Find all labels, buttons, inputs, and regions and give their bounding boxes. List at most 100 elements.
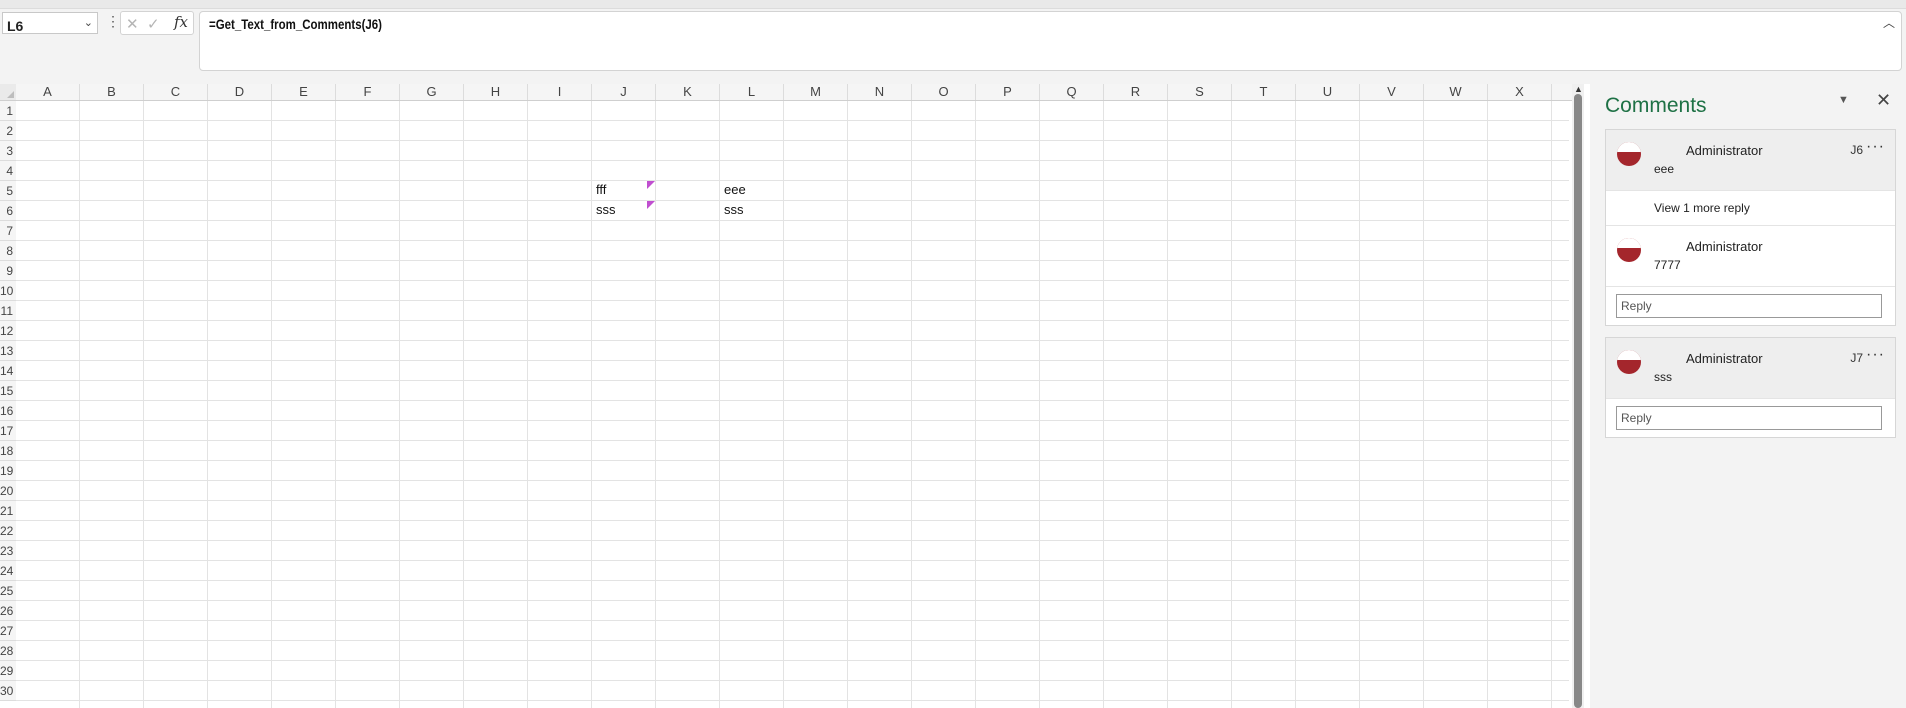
name-box-value: L6	[7, 18, 24, 34]
check-icon[interactable]: ✓	[147, 15, 160, 33]
cell-area[interactable]: fff sss eee sss	[16, 101, 1569, 708]
column-header-M[interactable]: M	[784, 84, 848, 100]
row-header-23[interactable]: 23	[0, 541, 16, 561]
row-header-24[interactable]: 24	[0, 561, 16, 581]
row-header-9[interactable]: 9	[0, 261, 16, 281]
formula-input[interactable]: =Get_Text_from_Comments(J6) ︿	[199, 11, 1902, 71]
collapse-formula-bar-icon[interactable]: ︿	[1883, 14, 1895, 31]
view-more-replies[interactable]: View 1 more reply	[1606, 190, 1895, 226]
column-header-O[interactable]: O	[912, 84, 976, 100]
column-header-V[interactable]: V	[1360, 84, 1424, 100]
scroll-thumb[interactable]	[1574, 94, 1582, 708]
row-header-28[interactable]: 28	[0, 641, 16, 661]
column-header-X[interactable]: X	[1488, 84, 1552, 100]
comment-thread-J6[interactable]: Administrator J6 ··· eee View 1 more rep…	[1605, 129, 1896, 326]
row-header-26[interactable]: 26	[0, 601, 16, 621]
more-actions-icon[interactable]: ···	[1866, 138, 1885, 156]
column-header-A[interactable]: A	[16, 84, 80, 100]
comment-text: sss	[1654, 370, 1672, 384]
row-header-2[interactable]: 2	[0, 121, 16, 141]
comment-author: Administrator	[1686, 143, 1763, 158]
row-header-15[interactable]: 15	[0, 381, 16, 401]
column-header-W[interactable]: W	[1424, 84, 1488, 100]
more-options-icon[interactable]: ⋮	[106, 13, 120, 30]
row-header-1[interactable]: 1	[0, 101, 16, 121]
vertical-scrollbar[interactable]: ▲	[1572, 84, 1584, 708]
row-header-5[interactable]: 5	[0, 181, 16, 201]
avatar	[1617, 350, 1641, 374]
cell-J6[interactable]: fff	[596, 182, 606, 197]
comment-cell-ref: J6	[1850, 143, 1863, 157]
reply-row	[1606, 398, 1895, 437]
column-header-S[interactable]: S	[1168, 84, 1232, 100]
comment-thread-J7[interactable]: Administrator J7 ··· sss	[1605, 337, 1896, 438]
row-header-4[interactable]: 4	[0, 161, 16, 181]
column-header-R[interactable]: R	[1104, 84, 1168, 100]
reply-input[interactable]	[1616, 406, 1882, 430]
row-header-11[interactable]: 11	[0, 301, 16, 321]
row-header-25[interactable]: 25	[0, 581, 16, 601]
row-header-17[interactable]: 17	[0, 421, 16, 441]
close-icon[interactable]: ✕	[1876, 90, 1891, 111]
column-header-J[interactable]: J	[592, 84, 656, 100]
row-header-6[interactable]: 6	[0, 201, 16, 221]
column-header-N[interactable]: N	[848, 84, 912, 100]
comment-author: Administrator	[1686, 239, 1763, 254]
cell-J7[interactable]: sss	[596, 202, 616, 217]
formula-bar-area: L6 ⌄ ⋮ ✕ ✓ fx =Get_Text_from_Comments(J6…	[0, 0, 1906, 84]
cancel-icon[interactable]: ✕	[126, 15, 139, 33]
column-header-E[interactable]: E	[272, 84, 336, 100]
column-header-C[interactable]: C	[144, 84, 208, 100]
name-box[interactable]: L6 ⌄	[2, 12, 98, 34]
pane-title: Comments	[1605, 94, 1707, 117]
scroll-up-icon[interactable]: ▲	[1574, 84, 1583, 94]
pane-options-chevron-icon[interactable]: ▼	[1838, 94, 1849, 106]
row-header-13[interactable]: 13	[0, 341, 16, 361]
row-header-12[interactable]: 12	[0, 321, 16, 341]
column-header-Q[interactable]: Q	[1040, 84, 1104, 100]
comment: Administrator J7 ··· sss	[1606, 338, 1895, 398]
more-actions-icon[interactable]: ···	[1866, 346, 1885, 364]
reply-input[interactable]	[1616, 294, 1882, 318]
comments-pane: Comments ▼ ✕ Administrator J6 ··· eee Vi…	[1590, 84, 1906, 708]
row-header-27[interactable]: 27	[0, 621, 16, 641]
formula-actions: ✕ ✓ fx	[120, 11, 194, 35]
column-header-P[interactable]: P	[976, 84, 1040, 100]
row-header-20[interactable]: 20	[0, 481, 16, 501]
row-header-10[interactable]: 10	[0, 281, 16, 301]
avatar	[1617, 142, 1641, 166]
column-header-L[interactable]: L	[720, 84, 784, 100]
view-more-replies-label: View 1 more reply	[1654, 201, 1750, 215]
comment-reply: Administrator 7777	[1606, 226, 1895, 286]
comment-indicator-J7[interactable]	[647, 201, 655, 209]
row-header-19[interactable]: 19	[0, 461, 16, 481]
row-header-29[interactable]: 29	[0, 661, 16, 681]
row-header-18[interactable]: 18	[0, 441, 16, 461]
row-header-16[interactable]: 16	[0, 401, 16, 421]
cell-L7[interactable]: sss	[724, 202, 744, 217]
row-header-3[interactable]: 3	[0, 141, 16, 161]
column-header-F[interactable]: F	[336, 84, 400, 100]
chevron-down-icon[interactable]: ⌄	[84, 16, 93, 29]
row-header-14[interactable]: 14	[0, 361, 16, 381]
column-header-T[interactable]: T	[1232, 84, 1296, 100]
column-header-K[interactable]: K	[656, 84, 720, 100]
column-header-H[interactable]: H	[464, 84, 528, 100]
formula-text: =Get_Text_from_Comments(J6)	[209, 16, 383, 32]
row-header-22[interactable]: 22	[0, 521, 16, 541]
row-header-7[interactable]: 7	[0, 221, 16, 241]
comment-indicator-J6[interactable]	[647, 181, 655, 189]
column-header-B[interactable]: B	[80, 84, 144, 100]
row-header-8[interactable]: 8	[0, 241, 16, 261]
column-header-U[interactable]: U	[1296, 84, 1360, 100]
column-header-G[interactable]: G	[400, 84, 464, 100]
reply-row	[1606, 286, 1895, 325]
column-header-D[interactable]: D	[208, 84, 272, 100]
cell-L6[interactable]: eee	[724, 182, 746, 197]
column-header-I[interactable]: I	[528, 84, 592, 100]
row-header-21[interactable]: 21	[0, 501, 16, 521]
insert-function-icon[interactable]: fx	[174, 13, 188, 31]
row-header-30[interactable]: 30	[0, 681, 16, 701]
select-all-corner[interactable]	[0, 84, 16, 100]
avatar	[1617, 238, 1641, 262]
